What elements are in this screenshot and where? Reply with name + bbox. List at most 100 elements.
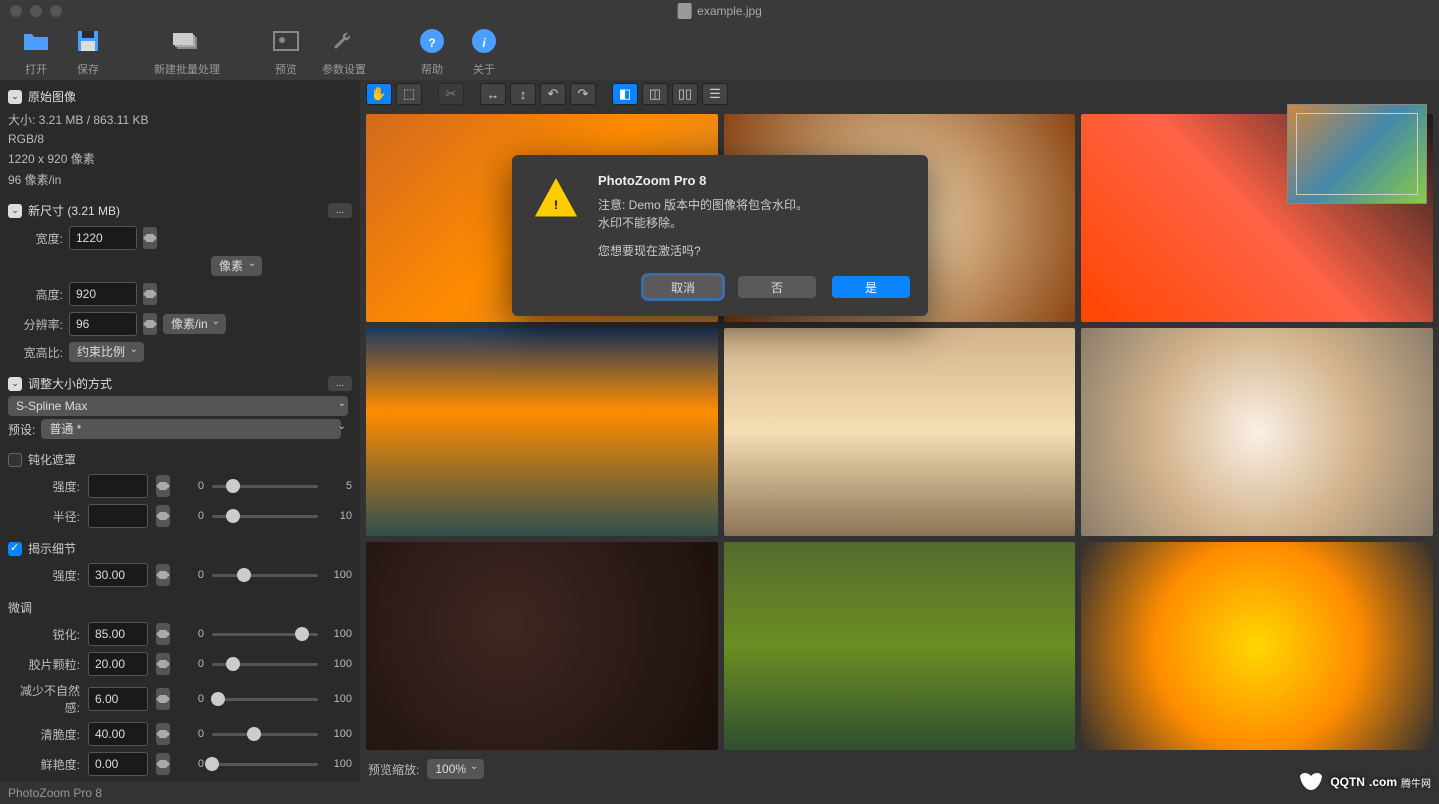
- grain-slider[interactable]: [212, 663, 318, 666]
- no-button[interactable]: 否: [738, 276, 816, 298]
- height-spinner[interactable]: [143, 283, 157, 305]
- spinner[interactable]: [156, 688, 170, 710]
- close-window-icon[interactable]: [10, 5, 22, 17]
- rotate-cw-button[interactable]: ↷: [570, 83, 596, 105]
- bull-icon: [1296, 770, 1326, 794]
- more-button[interactable]: ...: [328, 376, 352, 391]
- flip-v-button[interactable]: ↕: [510, 83, 536, 105]
- marquee-tool-button[interactable]: ⬚: [396, 83, 422, 105]
- help-button[interactable]: ? 帮助: [406, 21, 458, 81]
- folder-open-icon: [20, 25, 52, 57]
- size-unit-select[interactable]: 像素: [211, 256, 262, 276]
- crop-tool-button[interactable]: ✂: [438, 83, 464, 105]
- unsharp-radius-slider[interactable]: [212, 515, 318, 518]
- info-icon: i: [468, 25, 500, 57]
- aspect-ratio-select[interactable]: 约束比例: [69, 342, 144, 362]
- width-spinner[interactable]: [143, 227, 157, 249]
- batch-button[interactable]: 新建批量处理: [144, 21, 230, 81]
- image-tile: [1081, 328, 1433, 536]
- sharpen-slider[interactable]: [212, 633, 318, 636]
- floppy-icon: [72, 25, 104, 57]
- thumbnail[interactable]: [1287, 104, 1427, 204]
- titlebar: example.jpg: [0, 0, 1439, 22]
- view-stack-button[interactable]: ☰: [702, 83, 728, 105]
- crisp-input[interactable]: [88, 722, 148, 746]
- image-tile: [366, 542, 718, 750]
- yes-button[interactable]: 是: [832, 276, 910, 298]
- width-input[interactable]: [69, 226, 137, 250]
- image-tile: [724, 328, 1076, 536]
- spinner[interactable]: [156, 653, 170, 675]
- preview-toolbar: ✋ ⬚ ✂ ↔ ↕ ↶ ↷ ◧ ◫ ▯▯ ☰: [360, 80, 1439, 108]
- resize-method-select[interactable]: S-Spline Max: [8, 396, 348, 416]
- spinner[interactable]: [156, 623, 170, 645]
- rotate-ccw-button[interactable]: ↶: [540, 83, 566, 105]
- unnatural-slider[interactable]: [212, 698, 318, 701]
- size-info: 大小: 3.21 MB / 863.11 KB: [8, 109, 352, 130]
- spinner[interactable]: [156, 564, 170, 586]
- view-side-button[interactable]: ▯▯: [672, 83, 698, 105]
- svg-text:!: !: [554, 198, 558, 212]
- image-tile: [366, 328, 718, 536]
- batch-icon: [171, 25, 203, 57]
- preview-icon: [270, 25, 302, 57]
- svg-text:?: ?: [428, 36, 435, 50]
- vivid-slider[interactable]: [212, 763, 318, 766]
- about-button[interactable]: i 关于: [458, 21, 510, 81]
- detail-intensity-slider[interactable]: [212, 574, 318, 577]
- unsharp-intensity-slider[interactable]: [212, 485, 318, 488]
- spinner[interactable]: [156, 475, 170, 497]
- open-button[interactable]: 打开: [10, 21, 62, 81]
- spinner[interactable]: [156, 505, 170, 527]
- spinner[interactable]: [156, 723, 170, 745]
- cancel-button[interactable]: 取消: [644, 276, 722, 298]
- window-title: example.jpg: [697, 4, 762, 18]
- dialog-title: PhotoZoom Pro 8: [598, 173, 910, 188]
- spinner[interactable]: [156, 753, 170, 775]
- chevron-down-icon: ⌄: [8, 377, 22, 391]
- unsharp-radius-input[interactable]: [88, 504, 148, 528]
- original-section-header[interactable]: ⌄ 原始图像: [8, 84, 352, 109]
- sharpen-input[interactable]: [88, 622, 148, 646]
- statusbar: PhotoZoom Pro 8: [0, 782, 1439, 804]
- minimize-window-icon[interactable]: [30, 5, 42, 17]
- hand-tool-button[interactable]: ✋: [366, 83, 392, 105]
- unsharp-intensity-input[interactable]: [88, 474, 148, 498]
- dims-info: 1220 x 920 像素: [8, 148, 352, 169]
- grain-input[interactable]: [88, 652, 148, 676]
- image-tile: [1081, 542, 1433, 750]
- detail-checkbox[interactable]: [8, 542, 22, 556]
- chevron-down-icon: ⌄: [8, 90, 22, 104]
- image-tile: [724, 542, 1076, 750]
- watermark: QQTN.com 腾牛网: [1296, 770, 1431, 794]
- preset-select[interactable]: 普通 *: [41, 419, 341, 439]
- newsize-section-header[interactable]: ⌄ 新尺寸 (3.21 MB) ...: [8, 198, 352, 223]
- save-button[interactable]: 保存: [62, 21, 114, 81]
- height-input[interactable]: [69, 282, 137, 306]
- preview-footer: 预览缩放: 100%: [360, 756, 1439, 782]
- warning-icon: !: [530, 173, 582, 225]
- sidebar: ⌄ 原始图像 大小: 3.21 MB / 863.11 KB RGB/8 122…: [0, 80, 360, 782]
- zoom-select[interactable]: 100%: [427, 759, 484, 779]
- vivid-input[interactable]: [88, 752, 148, 776]
- resolution-spinner[interactable]: [143, 313, 157, 335]
- resize-method-header[interactable]: ⌄ 调整大小的方式 ...: [8, 371, 352, 396]
- detail-intensity-input[interactable]: [88, 563, 148, 587]
- chevron-down-icon: ⌄: [8, 204, 22, 218]
- crisp-slider[interactable]: [212, 733, 318, 736]
- mode-info: RGB/8: [8, 130, 352, 148]
- view-split-button[interactable]: ◫: [642, 83, 668, 105]
- dpi-info: 96 像素/in: [8, 169, 352, 190]
- resolution-input[interactable]: [69, 312, 137, 336]
- more-button[interactable]: ...: [328, 203, 352, 218]
- help-icon: ?: [416, 25, 448, 57]
- settings-button[interactable]: 参数设置: [312, 21, 376, 81]
- unnatural-input[interactable]: [88, 687, 148, 711]
- file-icon: [677, 3, 691, 19]
- view-single-button[interactable]: ◧: [612, 83, 638, 105]
- unsharp-checkbox[interactable]: [8, 453, 22, 467]
- flip-h-button[interactable]: ↔: [480, 83, 506, 105]
- maximize-window-icon[interactable]: [50, 5, 62, 17]
- preview-button[interactable]: 预览: [260, 21, 312, 81]
- resolution-unit-select[interactable]: 像素/in: [163, 314, 226, 334]
